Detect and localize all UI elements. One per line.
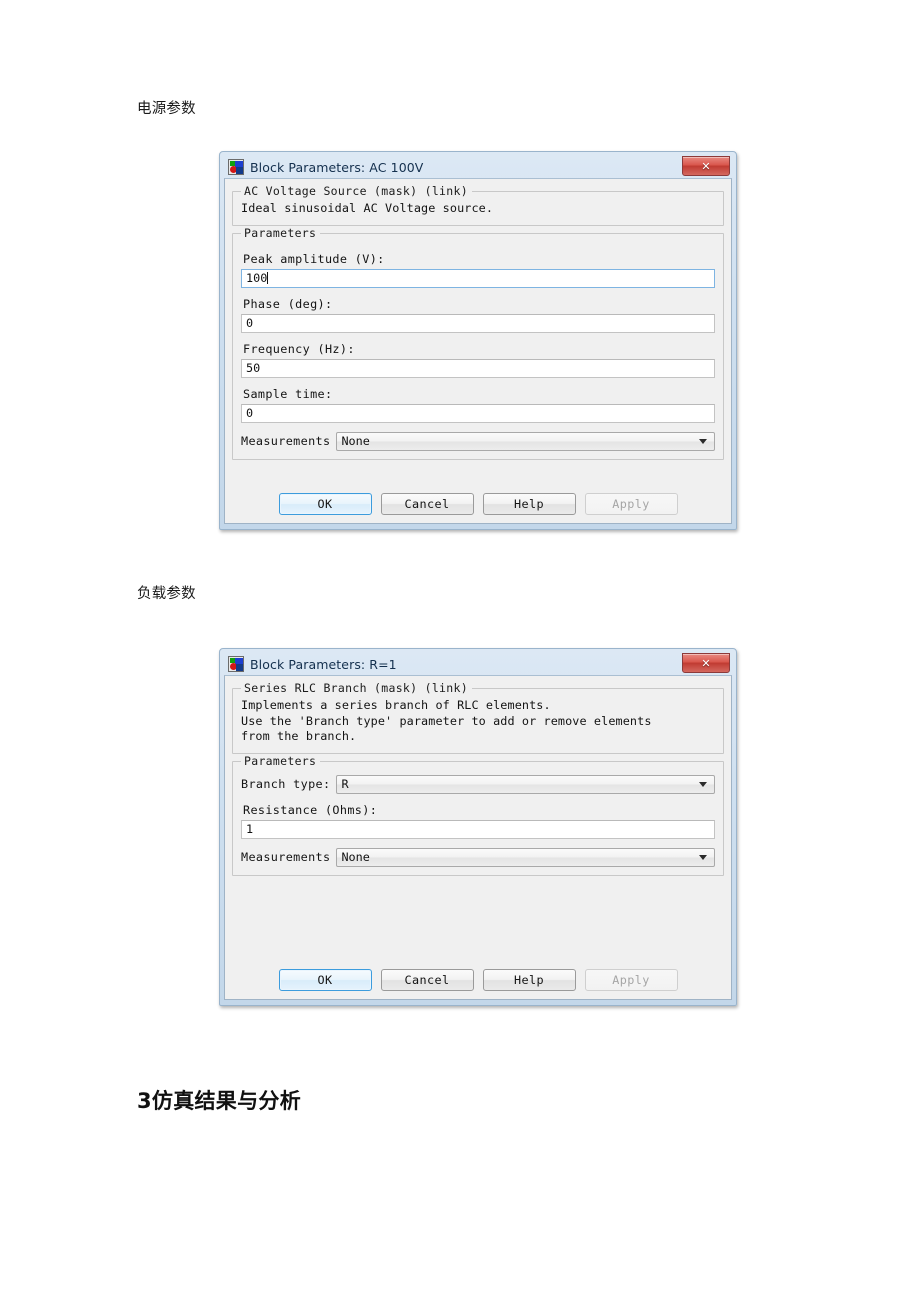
simulink-block-icon (228, 159, 244, 175)
frequency-value: 50 (246, 361, 261, 375)
rlc-parameters-group: Parameters Branch type: R Resistance (Oh… (232, 753, 724, 876)
ac-mask-group: AC Voltage Source (mask) (link) Ideal si… (232, 184, 724, 226)
ac-parameters-legend: Parameters (241, 225, 321, 240)
branch-type-row: Branch type: R (241, 774, 715, 794)
ac-measurements-select[interactable]: None (336, 431, 715, 451)
peak-amplitude-input[interactable]: 100 (241, 268, 715, 288)
rlc-dialog-buttonbar: OK Cancel Help Apply (225, 969, 731, 991)
rlc-help-button[interactable]: Help (482, 969, 576, 991)
rlc-description-line-3: from the branch. (241, 729, 357, 743)
close-icon[interactable]: ✕ (682, 653, 730, 673)
ac-ok-button[interactable]: OK (278, 493, 372, 515)
rlc-measurements-label: Measurements (241, 850, 331, 864)
rlc-dialog-titlebar[interactable]: Block Parameters: R=1 ✕ (224, 653, 732, 675)
ac-parameters-group: Parameters Peak amplitude (V): 100 Phase… (232, 225, 724, 460)
rlc-cancel-button[interactable]: Cancel (380, 969, 474, 991)
phase-input[interactable]: 0 (241, 313, 715, 333)
ac-dialog-title: Block Parameters: AC 100V (250, 159, 424, 175)
sample-time-value: 0 (246, 406, 254, 420)
rlc-measurements-select[interactable]: None (336, 847, 715, 867)
rlc-dialog-title: Block Parameters: R=1 (250, 656, 397, 672)
rlc-mask-group-legend: Series RLC Branch (mask) (link) (241, 681, 472, 695)
ac-dialog-titlebar[interactable]: Block Parameters: AC 100V ✕ (224, 156, 732, 178)
section-label-power-supply: 电源参数 (137, 101, 196, 117)
sample-time-label: Sample time: (243, 386, 333, 401)
block-parameters-ac-dialog: Block Parameters: AC 100V ✕ AC Voltage S… (219, 151, 737, 530)
ac-description: Ideal sinusoidal AC Voltage source. (241, 201, 494, 215)
chevron-down-icon (699, 855, 707, 860)
resistance-value: 1 (246, 822, 254, 836)
rlc-mask-group: Series RLC Branch (mask) (link) Implemen… (232, 681, 724, 754)
rlc-description-line-2: Use the 'Branch type' parameter to add o… (241, 713, 652, 728)
chevron-down-icon (699, 439, 707, 444)
section-label-load: 负载参数 (137, 586, 196, 602)
resistance-input[interactable]: 1 (241, 819, 715, 839)
ac-help-button[interactable]: Help (482, 493, 576, 515)
rlc-parameters-legend: Parameters (241, 753, 321, 768)
ac-measurements-value: None (341, 434, 370, 448)
phase-value: 0 (246, 316, 254, 330)
peak-amplitude-value: 100 (246, 271, 268, 285)
ac-measurements-row: Measurements None (241, 431, 715, 451)
frequency-input[interactable]: 50 (241, 358, 715, 378)
branch-type-label: Branch type: (241, 777, 331, 791)
simulink-block-icon (228, 656, 244, 672)
ac-measurements-label: Measurements (241, 434, 331, 448)
rlc-ok-button[interactable]: OK (278, 969, 372, 991)
rlc-description-line-1: Implements a series branch of RLC elemen… (241, 698, 551, 712)
rlc-measurements-row: Measurements None (241, 847, 715, 867)
rlc-measurements-value: None (341, 850, 370, 864)
phase-label: Phase (deg): (243, 296, 333, 311)
branch-type-value: R (341, 777, 349, 791)
rlc-apply-button: Apply (584, 969, 678, 991)
chevron-down-icon (699, 782, 707, 787)
ac-cancel-button[interactable]: Cancel (380, 493, 474, 515)
ac-apply-button: Apply (584, 493, 678, 515)
peak-amplitude-label: Peak amplitude (V): (243, 251, 385, 266)
sample-time-input[interactable]: 0 (241, 403, 715, 423)
ac-mask-group-legend: AC Voltage Source (mask) (link) (241, 184, 472, 198)
text-caret (267, 272, 269, 284)
resistance-label: Resistance (Ohms): (243, 802, 378, 817)
branch-type-select[interactable]: R (336, 774, 715, 794)
close-icon[interactable]: ✕ (682, 156, 730, 176)
ac-dialog-body: AC Voltage Source (mask) (link) Ideal si… (224, 178, 732, 524)
rlc-dialog-body: Series RLC Branch (mask) (link) Implemen… (224, 675, 732, 1000)
ac-dialog-buttonbar: OK Cancel Help Apply (225, 493, 731, 515)
page-heading-simulation-results: 3仿真结果与分析 (137, 1089, 302, 1113)
block-parameters-rlc-dialog: Block Parameters: R=1 ✕ Series RLC Branc… (219, 648, 737, 1006)
frequency-label: Frequency (Hz): (243, 341, 355, 356)
